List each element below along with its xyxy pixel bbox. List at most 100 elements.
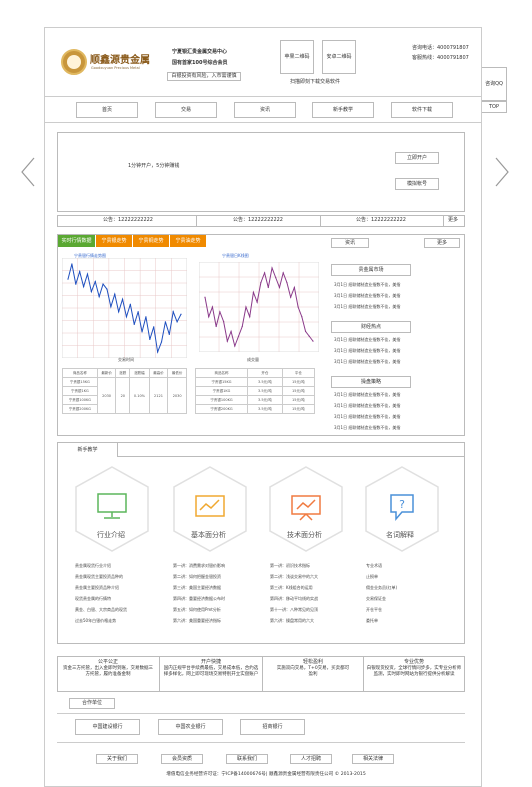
notice-more-link[interactable]: 更多 <box>448 217 458 224</box>
banner <box>57 132 465 212</box>
notice-item[interactable]: 公告：12222222222 <box>356 217 406 224</box>
list-item[interactable]: 第二讲：浅谈交易中的六大 <box>270 574 318 585</box>
chart-point <box>114 293 116 295</box>
chart-point <box>256 301 258 303</box>
news-item[interactable]: 3月1日 纽联储制造业指数不佳，美指 <box>334 348 400 354</box>
news-item[interactable]: 3月1日 纽联储制造业指数不佳，美指 <box>334 293 400 299</box>
nav-tutorial[interactable]: 新手教学 <box>312 102 374 118</box>
list-item[interactable]: 交易保证金 <box>366 596 397 607</box>
table-cell: 15元/吨 <box>281 404 316 414</box>
chart-point <box>125 316 128 318</box>
news-group-title[interactable]: 财经热点 <box>331 321 411 333</box>
tutorial-tab[interactable]: 新手教学 <box>58 443 118 457</box>
tutorial-list-technical: 第一讲：初识技术指标 第二讲：浅谈交易中的六大 第三讲：K线组合的运用 第四讲：… <box>270 563 318 629</box>
chart-point <box>168 333 170 335</box>
news-item[interactable]: 3月1日 纽联储制造业指数不佳，美指 <box>334 337 400 343</box>
nav-news[interactable]: 资讯 <box>234 102 296 118</box>
list-item[interactable]: 现货贵金属的行情特 <box>75 596 127 607</box>
list-item[interactable]: 第三讲：美国主要经济数据 <box>173 585 225 596</box>
list-item[interactable]: 贵金属现货行业介绍 <box>75 563 127 574</box>
table-cell: 3.5元/吨 <box>247 395 283 405</box>
nav-trade[interactable]: 交易 <box>155 102 217 118</box>
tab-realtime[interactable]: 实时行情数据 <box>58 235 95 247</box>
table-header-cell: 涨跌幅 <box>129 368 150 378</box>
notice-item[interactable]: 公告：12222222222 <box>103 217 153 224</box>
partners-label: 合作单位 <box>69 698 115 709</box>
chart-point <box>90 291 92 293</box>
tab-copper[interactable]: 宁贵铜走势 <box>133 235 169 247</box>
bank-ccb[interactable]: 中国建设银行 <box>75 719 140 735</box>
list-item[interactable]: 第四讲：移动平均线的实战 <box>270 596 318 607</box>
feature-desc: 资金三方托管，出入金即时到账，交易数据三方托管，履约准备金制 <box>63 666 153 677</box>
list-item[interactable]: 专业术语 <box>366 563 397 574</box>
chart-point <box>249 316 251 318</box>
table-header-cell: 最低价 <box>167 368 187 378</box>
tutorial-list-industry: 贵金属现货行业介绍 贵金属现货主要投资品种的 贵金属主要投资品种介绍 现货贵金属… <box>75 563 127 629</box>
news-tab[interactable]: 资讯 <box>331 238 369 248</box>
list-item[interactable]: 第六讲：美国重要经济指标 <box>173 618 225 629</box>
news-group-title[interactable]: 操盘策略 <box>331 376 411 388</box>
list-item[interactable]: 黄金、白银、大宗商品的现货 <box>75 607 127 618</box>
footer-link-about[interactable]: 关于我们 <box>96 754 138 764</box>
notice-item[interactable]: 公告：12222222222 <box>233 217 283 224</box>
list-item[interactable]: 贵金属主要投资品种介绍 <box>75 585 127 596</box>
news-item[interactable]: 3月1日 纽联储制造业指数不佳，美指 <box>334 403 400 409</box>
list-item[interactable]: 开仓平仓 <box>366 607 397 618</box>
chart-point <box>137 311 139 313</box>
feature-title: 专业优势 <box>403 659 424 665</box>
footer-link-law[interactable]: 相关法律 <box>352 754 394 764</box>
qr-apple[interactable]: 苹果二维码 <box>280 40 314 74</box>
notice-divider <box>320 215 321 227</box>
footer-link-jobs[interactable]: 人才招聘 <box>290 754 332 764</box>
demo-account-button[interactable]: 模拟帐号 <box>395 178 439 190</box>
list-item[interactable]: 止损单 <box>366 574 397 585</box>
list-item[interactable]: 第三讲：K线组合的运用 <box>270 585 318 596</box>
list-item[interactable]: 第五讲：如何使用Pmt分析 <box>173 607 225 618</box>
list-item[interactable]: 第一讲：初识技术指标 <box>270 563 318 574</box>
table-cell: 20 <box>115 377 131 414</box>
table-row: 宁贵银200KG 3.5元/吨 15元/吨 <box>194 404 316 414</box>
chart-point <box>129 303 131 305</box>
footer-link-contact[interactable]: 联系我们 <box>226 754 268 764</box>
news-item[interactable]: 3月1日 纽联储制造业指数不佳，美指 <box>334 392 400 398</box>
news-item[interactable]: 3月1日 纽联储制造业指数不佳，美指 <box>334 359 400 365</box>
open-account-button[interactable]: 立即开户 <box>395 152 439 164</box>
list-item[interactable]: 第四讲：重要经济数据公布时 <box>173 596 225 607</box>
presentation-icon <box>290 494 322 524</box>
table-cell: 15元/吨 <box>281 377 316 387</box>
table-cell: 3.5元/吨 <box>247 404 283 414</box>
footer-link-qualification[interactable]: 会员资质 <box>161 754 203 764</box>
tab-oil[interactable]: 宁贵油走势 <box>170 235 206 247</box>
list-item[interactable]: 佣金业务员(红单) <box>366 585 397 596</box>
news-item[interactable]: 3月1日 纽联储制造业指数不佳，美指 <box>334 304 400 310</box>
list-item[interactable]: 第一讲：消费需求对银价影响 <box>173 563 225 574</box>
qq-consult-button[interactable]: 咨询QQ <box>481 67 507 101</box>
news-item[interactable]: 3月1日 纽联储制造业指数不佳，美指 <box>334 282 400 288</box>
chart-point <box>71 263 73 265</box>
nav-download[interactable]: 软件下载 <box>391 102 453 118</box>
next-arrow-icon[interactable] <box>494 157 510 187</box>
list-item[interactable]: 过去50年白银价格走势 <box>75 618 127 629</box>
list-item[interactable]: 第十一讲：八种常见的见顶 <box>270 607 318 618</box>
tab-silver[interactable]: 宁贵银走势 <box>96 235 132 247</box>
chart-point <box>271 267 273 269</box>
bank-abc[interactable]: 中国农业银行 <box>158 719 223 735</box>
top-button[interactable]: TOP <box>481 101 507 113</box>
news-group-title[interactable]: 贵金属市场 <box>331 264 411 276</box>
qr-android[interactable]: 安卓二维码 <box>322 40 356 74</box>
list-item[interactable]: 第二讲：如何把握金银投资 <box>173 574 225 585</box>
news-item[interactable]: 3月1日 纽联储制造业指数不佳，美指 <box>334 425 400 431</box>
list-item[interactable]: 第六讲：操盘常用的六大 <box>270 618 318 629</box>
news-more-button[interactable]: 更多 <box>424 238 460 248</box>
list-item[interactable]: 委托单 <box>366 618 397 629</box>
chart-point <box>94 281 96 283</box>
nav-home[interactable]: 首页 <box>76 102 138 118</box>
chart1-title: 宁贵银行情走势图 <box>74 253 106 258</box>
news-item[interactable]: 3月1日 纽联储制造业指数不佳，美指 <box>334 414 400 420</box>
prev-arrow-icon[interactable] <box>20 157 36 187</box>
list-item[interactable]: 贵金属现货主要投资品种的 <box>75 574 127 585</box>
notice-divider <box>196 215 197 227</box>
bank-cmb[interactable]: 招商银行 <box>240 719 305 735</box>
header-line1: 宁夏银汇贵金属交易中心 <box>172 49 228 55</box>
feature-desc: 白银现货投资，全球行情同步多，实专业分析师监测，实时即时网站为银行提供分析解读 <box>366 666 462 677</box>
